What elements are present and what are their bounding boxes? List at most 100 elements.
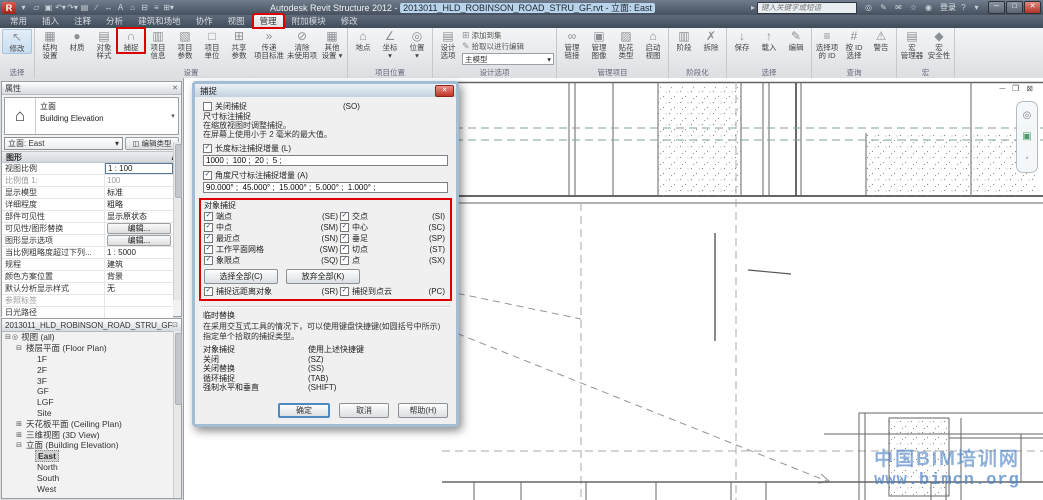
snap-checkbox[interactable] (204, 256, 213, 265)
ribbon-button[interactable]: ⌂ 启动 视图 (640, 29, 666, 61)
ribbon-button[interactable]: ∞ 管理 链接 (559, 29, 585, 61)
properties-scrollbar[interactable] (173, 142, 181, 300)
close-icon[interactable]: ⊡ (172, 321, 178, 329)
dialog-close-button[interactable]: ✕ (435, 85, 454, 97)
text-icon[interactable]: A (115, 3, 126, 12)
section-icon[interactable]: ⊟ (139, 3, 150, 12)
app-menu-arrow-icon[interactable]: ▾ (18, 3, 29, 12)
ribbon-button[interactable]: # 按 ID 选择 (841, 29, 867, 61)
maximize-button[interactable]: □ (1006, 1, 1023, 14)
type-selector[interactable]: ⌂ 立面 Building Elevation ▾ (4, 97, 179, 135)
ribbon-tab[interactable]: 常用 (3, 14, 34, 28)
ribbon-button[interactable]: ● 材质 (64, 29, 90, 52)
wheel-icon[interactable]: ◦ (1025, 153, 1029, 164)
ribbon-button[interactable]: » 传递 项目标准 (253, 29, 285, 61)
ribbon-small-button[interactable]: ✎ 拾取以进行编辑 (462, 41, 554, 52)
edit-type-button[interactable]: ◫ 编辑类型 (125, 137, 179, 150)
tree-item[interactable]: 1F (2, 354, 173, 365)
snaps-off-checkbox[interactable] (203, 102, 212, 111)
snap-checkbox[interactable] (340, 234, 349, 243)
snap-checkbox[interactable] (204, 212, 213, 221)
snap-pointcloud-checkbox[interactable] (340, 287, 349, 296)
ribbon-button[interactable]: ▤ 宏 管理器 (899, 29, 925, 61)
ribbon-small-button[interactable]: ⊞ 添加到集 (462, 30, 554, 41)
revit-logo-icon[interactable]: R (2, 2, 16, 14)
tree-item[interactable]: South (2, 472, 173, 483)
redo-icon[interactable]: ↷▾ (67, 3, 78, 12)
drawing-area[interactable]: ─❐⊠ ◎▣◦ 中国BIM培训网 www.bimcn.org 捕捉 ✕ 关闭捕捉… (183, 78, 1043, 500)
browser-scrollbar[interactable] (173, 331, 181, 498)
ribbon-button[interactable]: ✎ 编辑 (783, 29, 809, 52)
print-icon[interactable]: ▤ (79, 3, 90, 12)
help-icon[interactable]: ? (958, 3, 969, 12)
search-icon[interactable]: ◎ (863, 3, 874, 12)
dialog-titlebar[interactable]: 捕捉 ✕ (195, 84, 456, 97)
length-snap-checkbox[interactable] (203, 144, 212, 153)
ribbon-button[interactable]: ↑ 载入 (756, 29, 782, 52)
ribbon-button[interactable]: □ 项目 单位 (199, 29, 225, 61)
view-minimize-icon[interactable]: ─ (999, 84, 1005, 93)
measure-icon[interactable]: ∕ (91, 3, 102, 12)
dialog-button[interactable]: 取消 (339, 403, 389, 418)
snap-checkbox[interactable] (204, 245, 213, 254)
active-design-option-select[interactable]: 主模型 ▾ (462, 53, 554, 65)
signin-icon[interactable]: ◉ (923, 3, 934, 12)
save-icon[interactable]: ▣ (43, 3, 54, 12)
tree-item[interactable]: West (2, 483, 173, 494)
ribbon-button[interactable]: ▤ 对象 样式 (91, 29, 117, 61)
close-icon[interactable]: ✕ (172, 84, 178, 92)
ribbon-button[interactable]: ▨ 贴花 类型 (613, 29, 639, 61)
pan-grid-icon[interactable]: ▣ (1022, 131, 1031, 142)
zoom-icon[interactable]: ◎ (1023, 110, 1032, 121)
properties-titlebar[interactable]: 属性 ✕ (2, 82, 181, 95)
view-restore-icon[interactable]: ❐ (1012, 84, 1019, 93)
snap-checkbox[interactable] (340, 245, 349, 254)
angle-snap-checkbox[interactable] (203, 171, 212, 180)
ribbon-button[interactable]: ▥ 阶段 (671, 29, 697, 52)
search-input[interactable] (757, 2, 857, 14)
check-none-button[interactable]: 放弃全部(K) (286, 269, 360, 284)
ribbon-button[interactable]: ✗ 拆除 (698, 29, 724, 52)
tree-item[interactable]: ⊟ ◎ 视图 (all) (2, 332, 173, 343)
aligned-dimension-icon[interactable]: ↔ (103, 3, 114, 12)
communication-center-icon[interactable]: ✉ (893, 3, 904, 12)
tree-item[interactable]: 2F (2, 364, 173, 375)
default-3d-view-icon[interactable]: ⌂ (127, 3, 138, 12)
signin-link[interactable]: 登录 (940, 2, 956, 13)
snap-checkbox[interactable] (204, 234, 213, 243)
ribbon-tab[interactable]: 修改 (334, 14, 365, 28)
close-button[interactable]: ✕ (1024, 1, 1041, 14)
ribbon-tab[interactable]: 分析 (99, 14, 130, 28)
ribbon-tab[interactable]: 建筑和场地 (131, 14, 188, 28)
snap-checkbox[interactable] (340, 223, 349, 232)
angle-increments-input[interactable] (203, 182, 448, 193)
tree-expand-icon[interactable]: ⊞ (15, 420, 23, 428)
help-arrow-icon[interactable]: ▾ (971, 3, 982, 12)
tree-item[interactable]: ⊟ 立面 (Building Elevation) (2, 440, 173, 451)
open-icon[interactable]: ▱ (31, 3, 42, 12)
undo-icon[interactable]: ↶▾ (55, 3, 66, 12)
snap-checkbox[interactable] (340, 256, 349, 265)
tree-item[interactable]: GF (2, 386, 173, 397)
subscription-center-icon[interactable]: ✎ (878, 3, 889, 12)
infocenter-collapse-icon[interactable]: ▸ (751, 3, 755, 12)
tree-item[interactable]: ⊞ 天花板平面 (Ceiling Plan) (2, 418, 173, 429)
snap-checkbox[interactable] (204, 223, 213, 232)
ribbon-button[interactable]: ⊞ 共享 参数 (226, 29, 252, 61)
minimize-button[interactable]: ─ (988, 1, 1005, 14)
ribbon-tab[interactable]: 管理 (253, 14, 284, 28)
graphics-section-header[interactable]: 图形 ∧ (2, 151, 181, 163)
ribbon-tab[interactable]: 视图 (221, 14, 252, 28)
dialog-button[interactable]: 确定 (278, 403, 330, 418)
ribbon-button[interactable]: ⊘ 清除 未使用项 (286, 29, 318, 61)
ribbon-tab[interactable]: 插入 (35, 14, 66, 28)
ribbon-button[interactable]: ∩ 捕捉 (118, 29, 144, 52)
ribbon-button[interactable]: ≡ 选择项 的 ID (814, 29, 840, 61)
favorites-icon[interactable]: ☆ (908, 3, 919, 12)
ribbon-tab[interactable]: 附加模块 (285, 14, 333, 28)
snap-distant-checkbox[interactable] (204, 287, 213, 296)
tree-item[interactable]: North (2, 462, 173, 473)
tree-expand-icon[interactable]: ⊟ (4, 333, 12, 341)
tree-item[interactable]: ⊞ 三维视图 (3D View) (2, 429, 173, 440)
check-all-button[interactable]: 选择全部(C) (204, 269, 278, 284)
